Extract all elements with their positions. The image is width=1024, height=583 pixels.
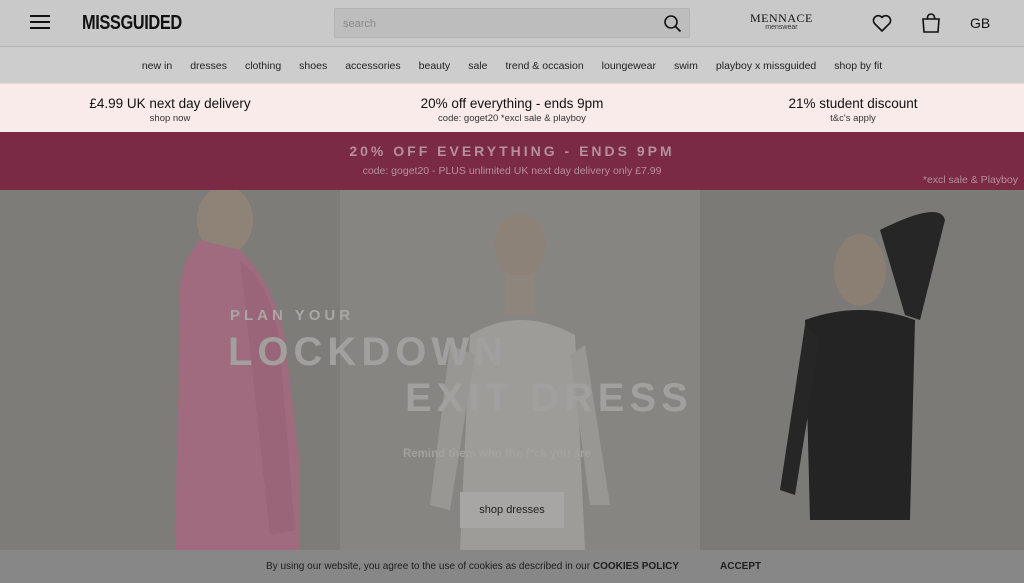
banner-code: code: goget20 - PLUS unlimited UK next d…: [362, 165, 662, 177]
category-nav: new in dresses clothing shoes accessorie…: [0, 46, 1024, 83]
promo-sub: t&c's apply: [830, 113, 876, 124]
promo-title: £4.99 UK next day delivery: [89, 96, 251, 111]
mennace-link[interactable]: MENNACE menswear: [750, 11, 813, 32]
hero-subtitle: Remind them who the f*ck you are: [403, 448, 591, 460]
nav-item-swim[interactable]: swim: [674, 60, 698, 72]
promo-title: 20% off everything - ends 9pm: [420, 96, 604, 111]
promo-delivery[interactable]: £4.99 UK next day delivery shop now: [0, 96, 340, 124]
nav-item-playboy[interactable]: playboy x missguided: [716, 60, 816, 72]
region-selector[interactable]: GB: [970, 15, 990, 31]
promo-strip: £4.99 UK next day delivery shop now 20% …: [0, 83, 1024, 132]
banner-headline: 20% OFF EVERYTHING - ENDS 9PM: [349, 143, 675, 159]
wishlist-heart-icon[interactable]: [871, 12, 893, 34]
promo-sub: shop now: [149, 113, 191, 124]
sale-banner[interactable]: 20% OFF EVERYTHING - ENDS 9PM code: goge…: [0, 132, 1024, 190]
hero-headline-line1: LOCKDOWN: [228, 330, 508, 374]
nav-item-accessories[interactable]: accessories: [345, 60, 400, 72]
search-input[interactable]: [343, 15, 643, 33]
site-header: MISSGUIDED MENNACE menswear GB: [0, 0, 1024, 46]
promo-title: 21% student discount: [788, 96, 918, 111]
nav-item-new-in[interactable]: new in: [142, 60, 172, 72]
nav-item-shop-by-fit[interactable]: shop by fit: [834, 60, 882, 72]
accept-cookies-button[interactable]: ACCEPT: [720, 561, 761, 572]
cookie-text: By using our website, you agree to the u…: [266, 561, 679, 572]
mennace-brand: MENNACE: [750, 11, 813, 25]
hero-photo-right: [700, 190, 1024, 550]
shop-dresses-button[interactable]: shop dresses: [460, 492, 564, 528]
search-icon[interactable]: [663, 14, 683, 34]
nav-item-dresses[interactable]: dresses: [190, 60, 227, 72]
menu-icon[interactable]: [30, 15, 50, 30]
promo-discount[interactable]: 20% off everything - ends 9pm code: goge…: [342, 96, 682, 124]
hero-section: PLAN YOUR LOCKDOWN EXIT DRESS Remind the…: [0, 190, 1024, 550]
nav-item-sale[interactable]: sale: [468, 60, 487, 72]
promo-sub: code: goget20 *excl sale & playboy: [438, 113, 586, 124]
promo-student[interactable]: 21% student discount t&c's apply: [683, 96, 1023, 124]
nav-item-clothing[interactable]: clothing: [245, 60, 281, 72]
model-black-dress-image: [780, 212, 945, 520]
cookie-bar: By using our website, you agree to the u…: [0, 550, 1024, 583]
hero-kicker: PLAN YOUR: [230, 307, 355, 324]
site-logo[interactable]: MISSGUIDED: [82, 12, 182, 35]
nav-item-beauty[interactable]: beauty: [419, 60, 451, 72]
banner-note: *excl sale & Playboy: [922, 174, 1018, 186]
cookie-message: By using our website, you agree to the u…: [266, 561, 591, 572]
shopping-bag-icon[interactable]: [920, 12, 942, 34]
cookies-policy-link[interactable]: COOKIES POLICY: [593, 561, 679, 572]
search-bar: [334, 8, 690, 38]
nav-item-shoes[interactable]: shoes: [299, 60, 327, 72]
nav-item-loungewear[interactable]: loungewear: [602, 60, 656, 72]
hero-headline-line2: EXIT DRESS: [405, 376, 693, 420]
nav-item-trend-occasion[interactable]: trend & occasion: [505, 60, 583, 72]
